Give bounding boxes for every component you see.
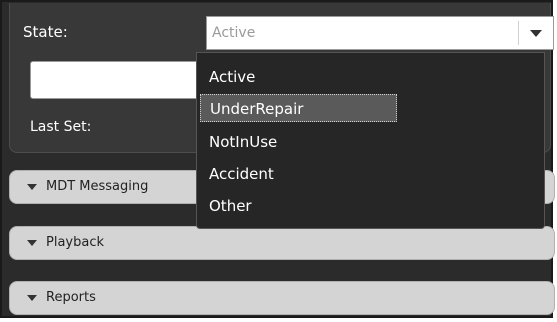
section-label: Playback [46,235,105,250]
option-label: Accident [209,165,274,183]
last-set-label: Last Set: [30,119,92,135]
state-dropdown-list: Active UnderRepair NotInUse Accident Oth… [196,52,545,229]
select-divider [518,21,519,45]
option-active[interactable]: Active [200,63,397,91]
state-label: State: [23,23,68,41]
caret-down-icon [27,240,37,246]
option-label: Other [209,197,252,215]
section-playback[interactable]: Playback [9,226,555,260]
chevron-down-icon[interactable] [530,30,542,37]
state-select-value: Active [212,25,256,41]
option-notinuse[interactable]: NotInUse [200,128,397,156]
caret-down-icon [27,295,37,301]
option-accident[interactable]: Accident [200,160,397,188]
state-select[interactable]: Active [206,16,554,50]
caret-down-icon [27,184,37,190]
section-reports[interactable]: Reports [9,281,555,315]
option-other[interactable]: Other [200,192,397,220]
section-label: MDT Messaging [46,179,149,194]
option-label: UnderRepair [210,100,304,118]
option-underrepair[interactable]: UnderRepair [200,94,397,122]
option-label: NotInUse [209,133,278,151]
text-input[interactable] [30,61,220,99]
section-label: Reports [46,290,96,305]
option-label: Active [209,68,256,86]
